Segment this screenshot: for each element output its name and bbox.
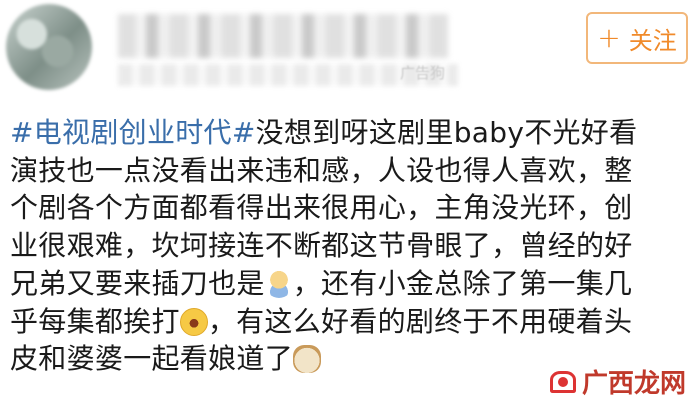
hashtag-link[interactable]: #电视剧创业时代# bbox=[10, 116, 256, 149]
post-text: 兄弟又要来插刀也是 bbox=[10, 266, 265, 300]
watermark-logo-icon bbox=[548, 367, 578, 397]
post-header: 广告狗 + 关注 bbox=[0, 0, 700, 110]
post-text: 皮和婆婆一起看娘道了 bbox=[10, 342, 294, 376]
post-text: 没想到呀这剧里baby不光好看 bbox=[255, 116, 638, 149]
baby-emoji-icon bbox=[264, 269, 293, 298]
watermark-text: 广西龙网 bbox=[581, 369, 686, 399]
post-meta-text: 广告狗 bbox=[400, 64, 446, 82]
plus-icon: + bbox=[597, 21, 621, 54]
post-line-1: #电视剧创业时代#没想到呀这剧里baby不光好看 bbox=[10, 114, 694, 152]
post-line-5: 兄弟又要来插刀也是 ，还有小金总除了第一集几 bbox=[10, 265, 694, 303]
post-text: ，还有小金总除了第一集几 bbox=[292, 266, 633, 300]
laugh-emoji-icon bbox=[179, 307, 208, 336]
post-line-2: 演技也一点没看出来违和感，人设也得人喜欢，整 bbox=[10, 153, 633, 187]
post-text: ，有这么好看的剧终于不用硬着头 bbox=[207, 304, 633, 338]
cat-emoji-icon bbox=[293, 345, 322, 374]
post-content: #电视剧创业时代#没想到呀这剧里baby不光好看 演技也一点没看出来违和感，人设… bbox=[10, 114, 694, 378]
follow-label: 关注 bbox=[628, 26, 677, 55]
watermark: 广西龙网 bbox=[548, 363, 686, 400]
post-line-3: 个剧各个方面都看得出来很用心，主角没光环，创 bbox=[10, 191, 633, 225]
post-line-4: 业很艰难，坎坷接连不断都这节骨眼了，曾经的好 bbox=[10, 229, 633, 263]
follow-button[interactable]: + 关注 bbox=[586, 12, 688, 64]
post-text: 乎每集都挨打 bbox=[10, 304, 180, 338]
username-blurred[interactable] bbox=[118, 14, 448, 58]
post-line-6: 乎每集都挨打 ，有这么好看的剧终于不用硬着头 bbox=[10, 303, 694, 341]
avatar[interactable] bbox=[6, 4, 92, 90]
